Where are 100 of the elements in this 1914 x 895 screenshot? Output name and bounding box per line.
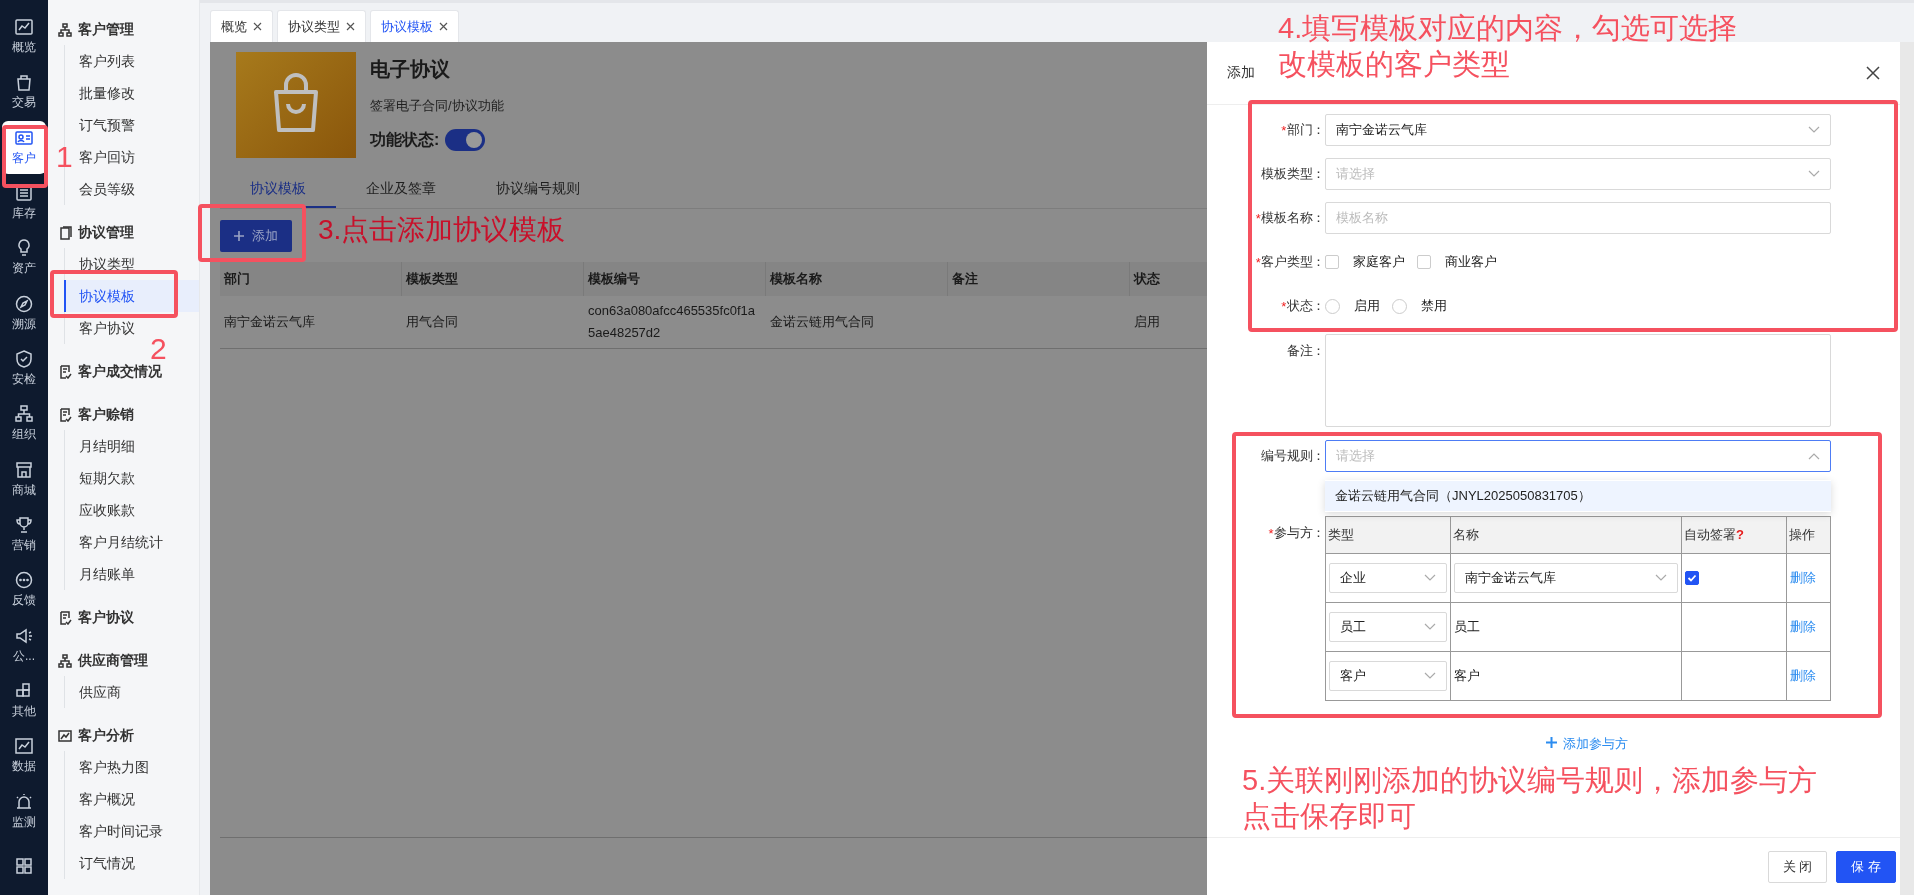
nav-item[interactable]: 资产 xyxy=(2,231,46,285)
drawer-title: 添加 xyxy=(1227,64,1255,82)
nav-item[interactable]: 数据 xyxy=(2,729,46,783)
menu-item[interactable]: 客户月结统计 xyxy=(79,526,163,558)
nav-item[interactable]: 商城 xyxy=(2,452,46,506)
required-mark: * xyxy=(1281,122,1286,138)
close-icon[interactable] xyxy=(439,22,448,31)
delete-link[interactable]: 删除 xyxy=(1790,619,1816,634)
checkbox[interactable]: 家庭客户 xyxy=(1325,253,1405,271)
select-field[interactable]: 南宁金诺云气库 xyxy=(1454,563,1678,593)
page-tab[interactable]: 协议类型 xyxy=(277,10,366,42)
menu-item[interactable]: 客户回访 xyxy=(79,141,135,173)
nav-item[interactable]: 概览 xyxy=(2,10,46,64)
radio-button[interactable]: 启用 xyxy=(1325,297,1380,315)
menu-item[interactable]: 短期欠款 xyxy=(79,462,135,494)
document-icon xyxy=(58,225,72,240)
annotation-text: 4.填写模板对应的内容，勾选可选择改模板的客户类型 xyxy=(1278,11,1739,83)
menu-item[interactable]: 应收账款 xyxy=(79,494,135,526)
module-title: 电子协议 xyxy=(370,57,451,82)
menu-item[interactable]: 供应商 xyxy=(79,676,121,708)
org-chart-icon xyxy=(58,653,72,668)
nav-item[interactable]: 库存 xyxy=(2,175,46,230)
nav-item[interactable]: 溯源 xyxy=(2,286,46,340)
add-button[interactable]: 添加 xyxy=(220,220,292,252)
nav-item[interactable]: 反馈 xyxy=(2,563,46,617)
document-check-icon xyxy=(58,364,72,379)
checkbox[interactable]: 商业客户 xyxy=(1417,253,1497,271)
menu-item[interactable]: 会员等级 xyxy=(79,173,135,205)
delete-link[interactable]: 删除 xyxy=(1790,570,1816,585)
document-check-icon xyxy=(58,407,72,422)
checkbox[interactable] xyxy=(1685,570,1699,585)
org-chart-icon xyxy=(58,22,72,37)
nav-item[interactable]: 安检 xyxy=(2,341,46,396)
table-cell: 金诺云链用气合同 xyxy=(766,296,948,349)
status-label: 功能状态: xyxy=(370,129,440,150)
field-label: 编号规则： xyxy=(1261,447,1325,465)
field-label: 客户类型： xyxy=(1261,253,1325,271)
required-mark: * xyxy=(1255,210,1261,226)
save-button[interactable]: 保 存 xyxy=(1836,850,1896,883)
menu-item[interactable]: 客户时间记录 xyxy=(79,815,163,847)
add-participant-link[interactable]: 添加参与方 xyxy=(1546,735,1628,753)
dropdown-option[interactable]: 金诺云链用气合同（JNYL2025050831705） xyxy=(1325,481,1831,511)
menu-item[interactable]: 订气情况 xyxy=(79,847,135,879)
bag-icon xyxy=(14,72,34,93)
toggle-switch[interactable] xyxy=(445,129,486,151)
menu-item[interactable]: 客户协议 xyxy=(79,312,135,344)
select-field[interactable]: 客户 xyxy=(1329,661,1447,691)
nav-item[interactable]: 公... xyxy=(2,618,46,672)
column-header: 状态 xyxy=(1130,262,1207,296)
close-icon[interactable] xyxy=(253,22,262,31)
table-cell: 客户 xyxy=(1454,668,1480,683)
nav-item[interactable]: 组织 xyxy=(2,397,46,451)
page-tab[interactable]: 协议模板 xyxy=(370,10,459,42)
content-tab[interactable]: 企业及签章 xyxy=(336,172,466,208)
menu-group-title: 客户管理 xyxy=(78,20,134,39)
column-header: 类型 xyxy=(1328,527,1354,542)
caret-icon xyxy=(1424,672,1436,680)
page-tab[interactable]: 概览 xyxy=(210,10,273,42)
nav-item[interactable]: 其他 xyxy=(2,673,46,728)
select-field[interactable]: 员工 xyxy=(1329,612,1447,642)
table-cell: con63a080afcc465535fc0f1a5ae48257d2 xyxy=(584,296,766,349)
nav-item[interactable]: 营销 xyxy=(2,507,46,562)
field-label: 模板类型： xyxy=(1261,165,1325,183)
content-tab[interactable]: 协议模板 xyxy=(220,172,336,208)
menu-group-title: 客户分析 xyxy=(78,726,134,745)
menu-item[interactable]: 批量修改 xyxy=(79,77,135,109)
select-field[interactable]: 南宁金诺云气库 xyxy=(1325,114,1831,146)
menu-item[interactable]: 订气预警 xyxy=(79,109,135,141)
required-mark: * xyxy=(1255,254,1261,270)
column-header: 名称 xyxy=(1453,527,1479,542)
help-mark[interactable]: ? xyxy=(1736,527,1744,542)
chat-icon xyxy=(14,570,34,591)
menu-item[interactable]: 协议类型 xyxy=(79,248,135,280)
field-label: 参与方： xyxy=(1274,524,1325,542)
menu-item[interactable]: 月结账单 xyxy=(79,558,135,590)
nav-item[interactable]: 监测 xyxy=(2,784,46,838)
menu-item[interactable]: 客户协议 xyxy=(78,608,134,627)
menu-item[interactable]: 客户概况 xyxy=(79,783,135,815)
select-field[interactable]: 企业 xyxy=(1329,563,1447,593)
trophy-icon xyxy=(14,514,34,535)
menu-item[interactable]: 协议模板 xyxy=(64,280,199,312)
close-icon[interactable] xyxy=(346,22,355,31)
annotation-text: 3.点击添加协议模板 xyxy=(318,213,566,247)
menu-item[interactable]: 客户成交情况 xyxy=(78,362,162,381)
column-header: 备注 xyxy=(948,262,1130,296)
caret-icon xyxy=(1424,574,1436,582)
menu-item[interactable]: 客户列表 xyxy=(79,45,135,77)
caret-icon xyxy=(1808,126,1820,134)
field-label: 状态： xyxy=(1286,297,1325,315)
delete-link[interactable]: 删除 xyxy=(1790,668,1816,683)
nav-item[interactable]: 交易 xyxy=(2,65,46,119)
menu-item[interactable]: 客户热力图 xyxy=(79,751,149,783)
menu-group-title: 供应商管理 xyxy=(78,651,148,670)
radio-button[interactable]: 禁用 xyxy=(1392,297,1447,315)
close-button[interactable]: 关 闭 xyxy=(1767,850,1828,883)
menu-item[interactable]: 月结明细 xyxy=(79,430,135,462)
column-header: 模板编号 xyxy=(584,262,766,296)
content-tab[interactable]: 协议编号规则 xyxy=(466,172,610,208)
chart-icon xyxy=(58,728,72,743)
grid-icon xyxy=(14,856,34,877)
